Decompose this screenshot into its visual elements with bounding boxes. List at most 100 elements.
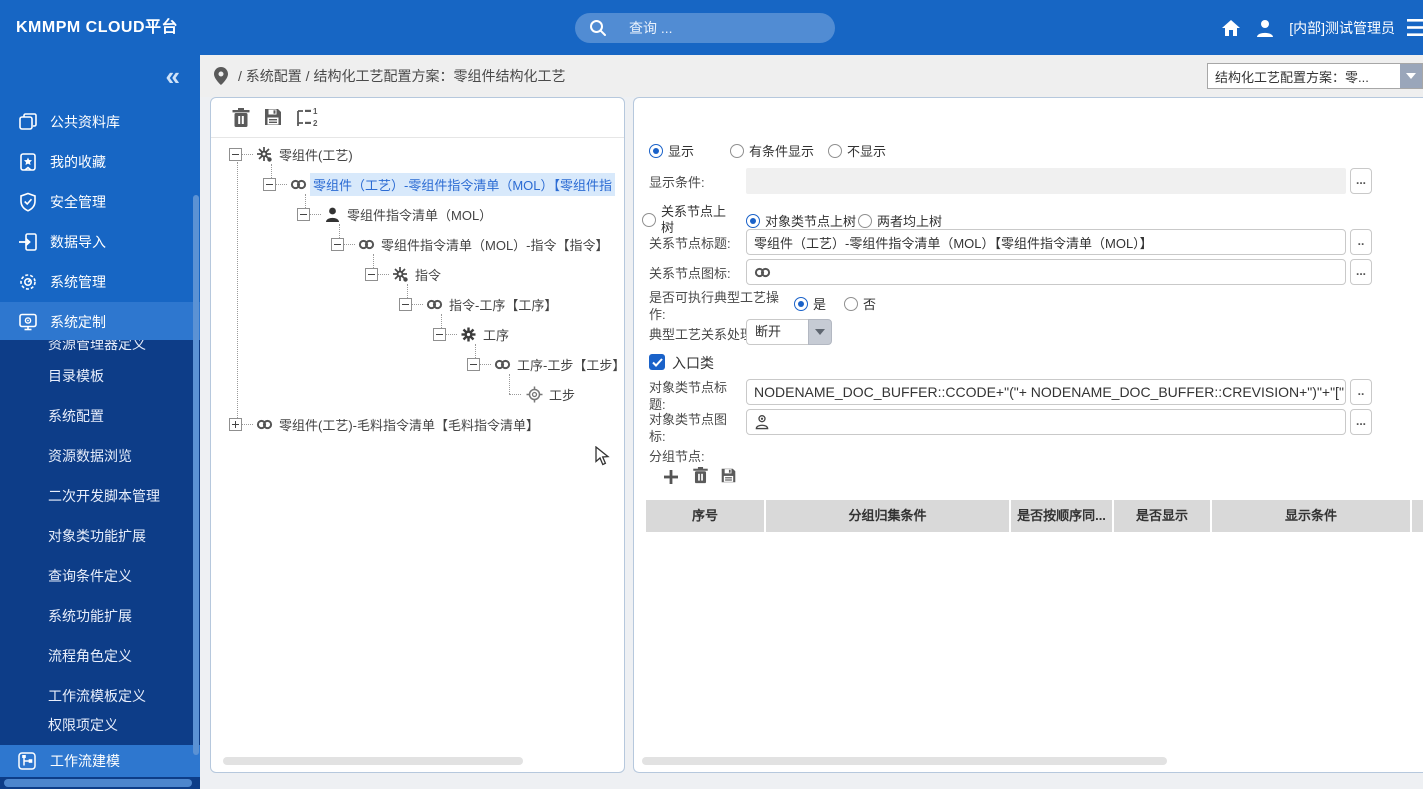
column-header[interactable]: 是否按顺序同... (1011, 500, 1114, 532)
collapse-box-icon[interactable] (297, 207, 310, 221)
current-user-label[interactable]: [内部]测试管理员 (1289, 18, 1395, 38)
collapse-box-icon[interactable] (467, 357, 480, 371)
relation-title-picker-button[interactable]: .. (1350, 229, 1372, 255)
collapse-box-icon[interactable] (433, 327, 446, 341)
global-search-input[interactable]: 查询 ... (575, 13, 835, 43)
submenu-item[interactable]: 目录模板 (0, 356, 200, 396)
radio-hide[interactable] (828, 143, 843, 158)
submenu-item[interactable]: 二次开发脚本管理 (0, 476, 200, 516)
submenu-item[interactable]: 资源数据浏览 (0, 436, 200, 476)
gear-solid-icon (460, 326, 477, 343)
sidebar-item-system-manage[interactable]: 系统管理 (0, 262, 200, 302)
radio-no[interactable] (844, 296, 859, 311)
radio-conditional-show[interactable] (730, 143, 745, 158)
sidebar-horizontal-scrollbar[interactable] (4, 779, 192, 787)
tree-node[interactable]: 零组件指令清单（MOL）-指令【指令】 (211, 229, 612, 259)
delete-icon[interactable] (692, 466, 709, 485)
gear-outline-icon (526, 386, 543, 403)
entry-class-label: 入口类 (672, 355, 714, 371)
tree-node[interactable]: 零组件(工艺) (211, 139, 356, 169)
expand-box-icon[interactable] (229, 417, 242, 431)
submenu-item[interactable]: 系统功能扩展 (0, 596, 200, 636)
object-title-picker-button[interactable]: .. (1350, 379, 1372, 405)
expand-levels-icon[interactable]: 12 (295, 107, 319, 129)
submenu-item[interactable]: 系统配置 (0, 396, 200, 436)
tree-node-selected[interactable]: 零组件（工艺）-零组件指令清单（MOL）【零组件指 (211, 169, 616, 199)
entry-class-checkbox[interactable] (649, 354, 665, 370)
data-import-icon (18, 232, 38, 252)
radio-object-node[interactable] (746, 213, 760, 228)
save-icon[interactable] (720, 467, 737, 484)
home-icon[interactable] (1221, 18, 1241, 38)
chain-icon (290, 176, 307, 193)
submenu-item[interactable]: 对象类功能扩展 (0, 516, 200, 556)
add-icon[interactable] (662, 468, 680, 486)
sidebar-item-workflow-modeling[interactable]: 工作流建模 (0, 745, 200, 777)
column-header[interactable]: 是否显示 (1114, 500, 1212, 532)
object-icon-input[interactable] (746, 409, 1346, 435)
scheme-select[interactable]: 结构化工艺配置方案：零... (1207, 63, 1423, 89)
submenu-item[interactable]: 流程角色定义 (0, 636, 200, 676)
collapse-box-icon[interactable] (365, 267, 378, 281)
sidebar-item-system-custom[interactable]: 系统定制 (0, 302, 200, 342)
group-table-header: 序号 分组归集条件 是否按顺序同... 是否显示 显示条件 (646, 500, 1423, 532)
app-header: KMMPM CLOUD平台 查询 ... [内部]测试管理员 (0, 0, 1423, 55)
tree-node[interactable]: 零组件(工艺)-毛料指令清单【毛料指令清单】 (211, 409, 542, 439)
chevron-down-icon[interactable] (1400, 64, 1422, 88)
collapse-box-icon[interactable] (331, 237, 344, 251)
favorites-icon (18, 152, 38, 172)
submenu-item[interactable]: 查询条件定义 (0, 556, 200, 596)
sidebar-collapse-icon[interactable]: « (166, 61, 180, 92)
radio-relation-node[interactable] (642, 213, 656, 227)
typical-op-label: 是否可执行典型工艺操作: (649, 290, 780, 322)
radio-yes[interactable] (794, 296, 808, 311)
node-config-panel: 显示 有条件显示 不显示 显示条件: ... 关系节点上树 对象类节点上树 两者… (633, 97, 1423, 773)
tree-node[interactable]: 指令-工序【工序】 (211, 289, 560, 319)
sidebar-item-favorites[interactable]: 我的收藏 (0, 142, 200, 182)
mouse-cursor (595, 445, 613, 471)
object-icon-picker-button[interactable]: ... (1350, 409, 1372, 435)
sidebar: « 公共资料库 我的收藏 安全管理 数据导入 系统管理 系统定制 资源管理器定义… (0, 55, 200, 789)
tree-node[interactable]: 工序 (211, 319, 512, 349)
tree-node[interactable]: 指令 (211, 259, 444, 289)
user-icon[interactable] (1255, 18, 1275, 38)
typical-rel-select[interactable]: 断开 (746, 319, 832, 345)
submenu-item[interactable]: 资源管理器定义 (0, 340, 200, 356)
submenu-item[interactable]: 工作流模板定义 (0, 676, 200, 716)
sidebar-item-public-library[interactable]: 公共资料库 (0, 102, 200, 142)
delete-icon[interactable] (231, 107, 251, 129)
tree-horizontal-scrollbar[interactable] (223, 757, 523, 765)
column-header[interactable]: 显示条件 (1212, 500, 1412, 532)
display-condition-input[interactable] (746, 168, 1346, 194)
column-header[interactable]: 序号 (646, 500, 766, 532)
tree-node[interactable]: 工序-工步【工步】 (211, 349, 624, 379)
collapse-box-icon[interactable] (263, 177, 276, 191)
sidebar-vertical-scrollbar[interactable] (193, 195, 199, 755)
column-header[interactable]: 分组归集条件 (766, 500, 1011, 532)
object-title-input[interactable]: NODENAME_DOC_BUFFER::CCODE+"("+ NODENAME… (746, 379, 1346, 405)
tree-node[interactable]: 工步 (211, 379, 578, 409)
form-horizontal-scrollbar[interactable] (642, 757, 1167, 765)
person-icon (324, 206, 341, 223)
relation-node-on-tree-option: 关系节点上树 (642, 204, 742, 236)
sidebar-item-security[interactable]: 安全管理 (0, 182, 200, 222)
chevron-down-icon[interactable] (808, 319, 832, 345)
hamburger-menu-icon[interactable] (1407, 18, 1423, 37)
relation-title-input[interactable]: 零组件（工艺）-零组件指令清单（MOL）【零组件指令清单（MOL）】 (746, 229, 1346, 255)
object-title-label: 对象类节点标题: (649, 380, 728, 412)
collapse-box-icon[interactable] (229, 147, 242, 161)
sidebar-item-data-import[interactable]: 数据导入 (0, 222, 200, 262)
collapse-box-icon[interactable] (399, 297, 412, 311)
chain-icon (494, 356, 511, 373)
tree-node[interactable]: 零组件指令清单（MOL） (211, 199, 495, 229)
save-icon[interactable] (263, 107, 283, 127)
tree-toolbar: 12 (211, 98, 624, 138)
radio-show[interactable] (649, 143, 663, 158)
svg-text:1: 1 (313, 107, 318, 116)
display-condition-picker-button[interactable]: ... (1350, 168, 1372, 194)
radio-both-nodes[interactable] (858, 213, 873, 228)
submenu-item[interactable]: 权限项定义 (0, 716, 200, 734)
relation-icon-input[interactable] (746, 259, 1346, 285)
sidebar-item-label: 公共资料库 (50, 114, 120, 130)
relation-icon-picker-button[interactable]: ... (1350, 259, 1372, 285)
